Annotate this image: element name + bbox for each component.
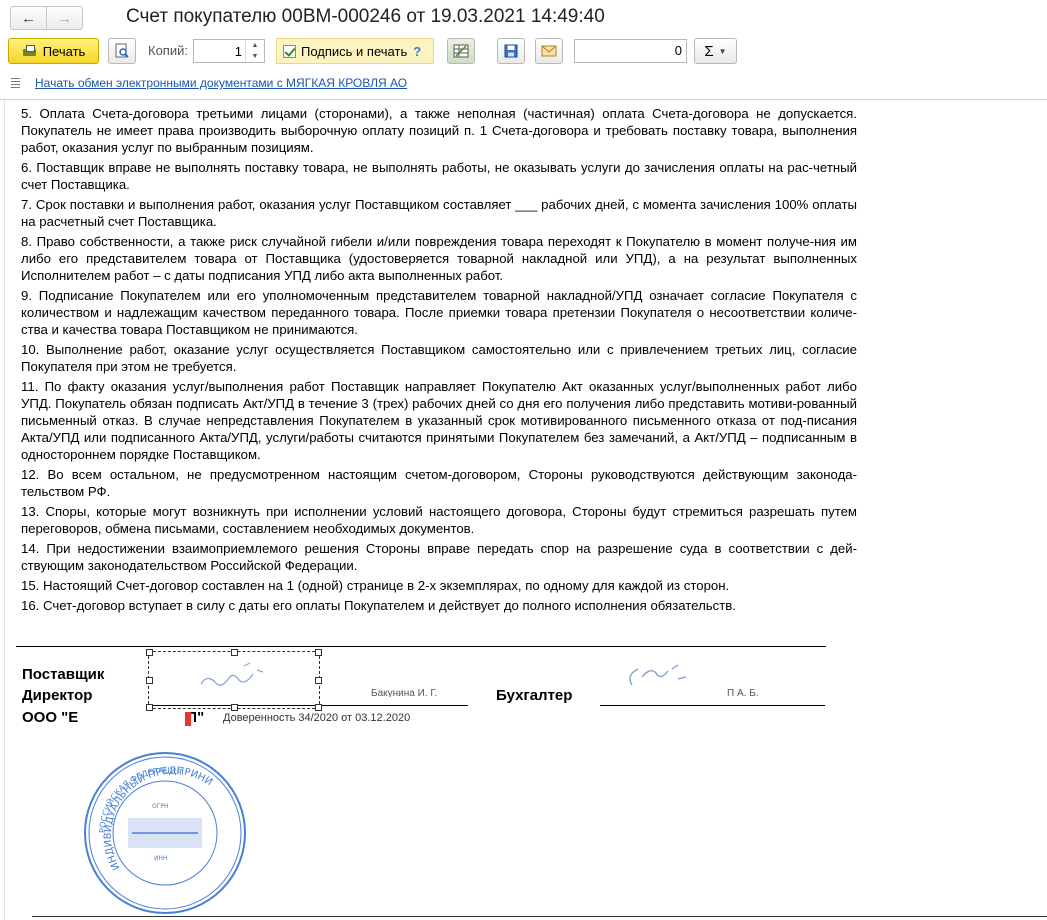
chevron-down-icon: ▼ xyxy=(718,46,727,56)
resize-handle[interactable] xyxy=(315,649,322,656)
accountant-name: П А. Б. xyxy=(727,688,759,697)
term-paragraph: 5. Оплата Счета-договора третьими лицами… xyxy=(21,106,857,155)
director-signature-image[interactable] xyxy=(146,649,322,711)
term-paragraph: 9. Подписание Покупателем или его уполно… xyxy=(21,288,857,337)
increment-icon[interactable]: ▲ xyxy=(246,40,264,51)
term-paragraph: 6. Поставщик вправе не выполнять поставк… xyxy=(21,160,857,192)
copies-label: Копий: xyxy=(148,43,188,58)
resize-handle[interactable] xyxy=(315,704,322,711)
window-title: Счет покупателю 00ВМ-000246 от 19.03.202… xyxy=(126,6,605,27)
term-paragraph: 10. Выполнение работ, оказание услуг осу… xyxy=(21,342,857,374)
accountant-label: Бухгалтер xyxy=(496,687,573,704)
title-bar: ← → Счет покупателю 00ВМ-000246 от 19.03… xyxy=(0,0,1047,36)
term-paragraph: 12. Во всем остальном, не предусмотренно… xyxy=(21,467,857,499)
preview-icon xyxy=(115,43,129,58)
resize-handle[interactable] xyxy=(146,677,153,684)
term-paragraph: 16. Счет-договор вступает в силу с даты … xyxy=(21,598,736,613)
accountant-signature-scribble xyxy=(629,664,687,686)
director-name: Бакунина И. Г. xyxy=(371,688,438,697)
director-label: Директор xyxy=(22,687,93,704)
sigma-icon: Σ xyxy=(704,42,714,60)
edi-row: Начать обмен электронными документами с … xyxy=(10,74,407,92)
term-paragraph: 13. Споры, которые могут возникнуть при … xyxy=(21,504,857,536)
table-icon xyxy=(453,44,469,58)
stamp-inn: ИНН xyxy=(154,855,168,862)
copies-arrows: ▲ ▼ xyxy=(245,40,264,62)
term-paragraph: 14. При недостижении взаимоприемлемого р… xyxy=(21,541,857,573)
send-email-button[interactable] xyxy=(535,38,563,64)
term-paragraph: 8. Право собственности, а также риск слу… xyxy=(21,234,857,283)
resize-handle[interactable] xyxy=(146,649,153,656)
director-signature-scribble xyxy=(200,662,264,686)
printer-icon xyxy=(22,44,37,58)
company-stamp: РОССИЙСКАЯ ФЕДЕРАЦИЯ ИНДИВИДУАЛЬНЫЙ ПРЕД… xyxy=(80,748,246,914)
stamp-ogrn: ОГРН xyxy=(152,803,169,810)
start-edi-exchange-link[interactable]: Начать обмен электронными документами с … xyxy=(35,76,407,90)
sum-field[interactable]: 0 xyxy=(574,39,687,63)
organization-name-start: ООО "Е xyxy=(22,709,79,726)
power-of-attorney: Доверенность 34/2020 от 03.12.2020 xyxy=(223,712,411,724)
signature-separator xyxy=(16,646,826,647)
checkbox-checked-icon[interactable] xyxy=(283,44,296,58)
sum-menu-button[interactable]: Σ ▼ xyxy=(694,38,737,64)
supplier-label: Поставщик xyxy=(22,666,105,683)
save-button[interactable] xyxy=(497,38,525,64)
accountant-signature-line xyxy=(600,705,825,706)
back-button[interactable]: ← xyxy=(11,7,47,29)
sign-and-stamp-checkbox[interactable]: Подпись и печать ? xyxy=(276,38,434,64)
sign-and-stamp-label: Подпись и печать xyxy=(301,43,408,59)
term-paragraph: 15. Настоящий Счет-договор составлен на … xyxy=(21,578,730,593)
nav-buttons: ← → xyxy=(10,6,83,30)
stamp-side-text: ИНДИВИДУАЛЬНЫЙ ПРЕДПРИНИМАТЕЛЬ xyxy=(80,748,214,872)
document-bottom-line xyxy=(32,916,1047,917)
print-button[interactable]: Печать xyxy=(8,38,99,64)
help-icon[interactable]: ? xyxy=(413,44,421,59)
term-paragraph: 7. Срок поставки и выполнения работ, ока… xyxy=(21,197,857,229)
arrow-right-icon: → xyxy=(57,9,72,27)
redaction-mark xyxy=(185,712,191,726)
arrow-left-icon: ← xyxy=(21,9,36,27)
terms-list: 5. Оплата Счета-договора третьими лицами… xyxy=(21,105,857,617)
organization-name: ООО "Е П" xyxy=(22,709,204,726)
table-view-button[interactable] xyxy=(447,38,475,64)
document-left-border xyxy=(4,100,5,920)
document-area[interactable]: 5. Оплата Счета-договора третьими лицами… xyxy=(0,99,1047,920)
forward-button[interactable]: → xyxy=(47,7,82,29)
term-paragraph: 11. По факту оказания услуг/выполнения р… xyxy=(21,379,857,462)
floppy-icon xyxy=(504,44,518,58)
print-preview-button[interactable] xyxy=(108,38,136,64)
decrement-icon[interactable]: ▼ xyxy=(246,51,264,62)
resize-handle[interactable] xyxy=(231,704,238,711)
copies-stepper[interactable]: ▲ ▼ xyxy=(193,39,265,63)
resize-handle[interactable] xyxy=(146,704,153,711)
resize-handle[interactable] xyxy=(315,677,322,684)
svg-text:ИНДИВИДУАЛЬНЫЙ ПРЕДПРИНИМАТЕЛЬ: ИНДИВИДУАЛЬНЫЙ ПРЕДПРИНИМАТЕЛЬ xyxy=(80,748,214,872)
envelope-icon xyxy=(541,45,557,57)
toolbar: Печать Копий: ▲ ▼ Подпись и печать ? xyxy=(0,38,1047,68)
copies-input[interactable] xyxy=(194,40,244,61)
resize-handle[interactable] xyxy=(231,649,238,656)
document-lines-icon xyxy=(10,76,22,90)
print-button-label: Печать xyxy=(42,43,86,59)
